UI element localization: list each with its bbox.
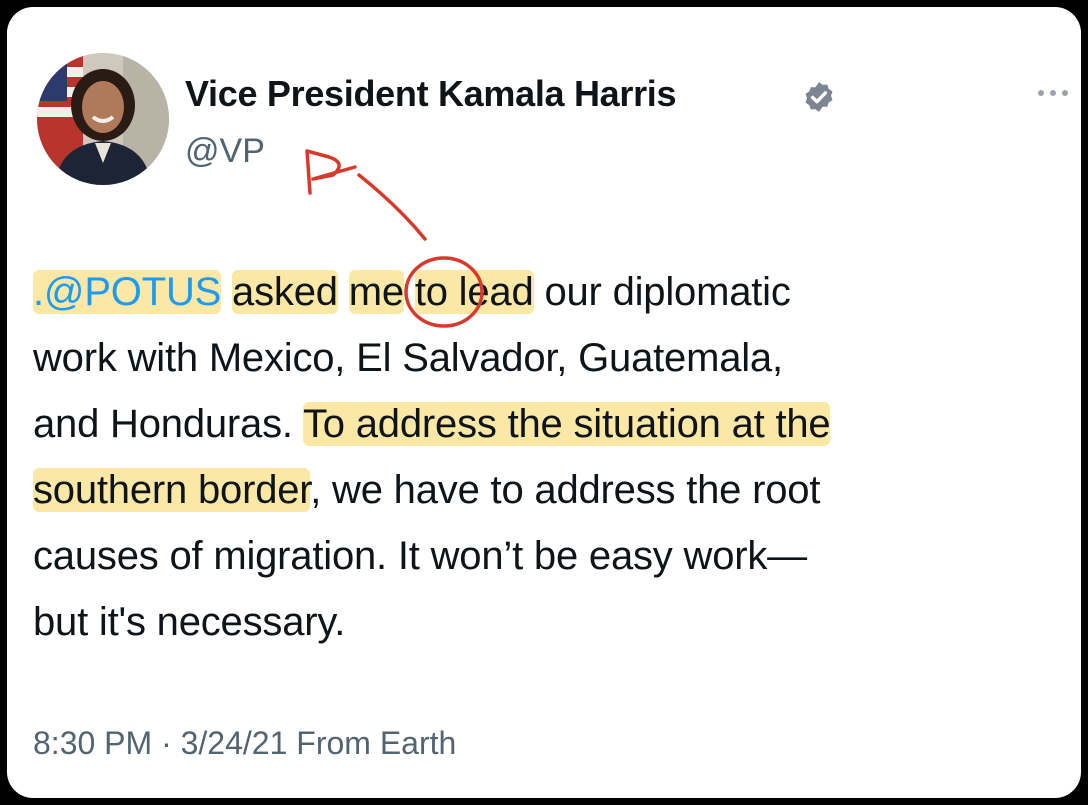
annotation-arrow [357, 173, 427, 241]
line-1-rest: our diplomatic [544, 270, 791, 314]
highlight-address-situation: To address the situation at the [303, 402, 831, 446]
more-options-icon[interactable] [1033, 83, 1073, 103]
tweet-line-5: causes of migration. It won’t be easy wo… [33, 534, 807, 578]
handle[interactable]: @VP [185, 132, 265, 171]
tweet-line-2: work with Mexico, El Salvador, Guatemala… [33, 336, 783, 380]
highlight-southern-border: southern border [33, 468, 311, 512]
mention-link[interactable]: .@POTUS [33, 270, 221, 314]
display-name[interactable]: Vice President Kamala Harris [185, 73, 677, 115]
tweet-line-6: but it's necessary. [33, 600, 346, 644]
verified-badge-icon [805, 82, 833, 112]
highlight-asked: asked [232, 270, 338, 314]
line-3-plain: and Honduras. [33, 402, 303, 446]
line-4-rest: , we have to address the root [310, 468, 821, 512]
tweet-card: Vice President Kamala Harris @VP .@POTUS… [7, 7, 1081, 798]
highlight-me: me [348, 270, 404, 314]
tweet-line-3: and Honduras. To address the situation a… [33, 391, 1063, 457]
avatar[interactable] [37, 53, 169, 185]
highlight-to-lead: to lead [414, 270, 534, 314]
tweet-line-4: southern border, we have to address the … [33, 457, 1063, 523]
tweet-line-1: .@POTUS asked me to lead our diplomatic [33, 259, 1063, 325]
tweet-text: .@POTUS asked me to lead our diplomatic … [33, 259, 1063, 655]
timestamp[interactable]: 8:30 PM · 3/24/21 From Earth [33, 725, 456, 762]
annotation-r-mark [305, 149, 357, 195]
